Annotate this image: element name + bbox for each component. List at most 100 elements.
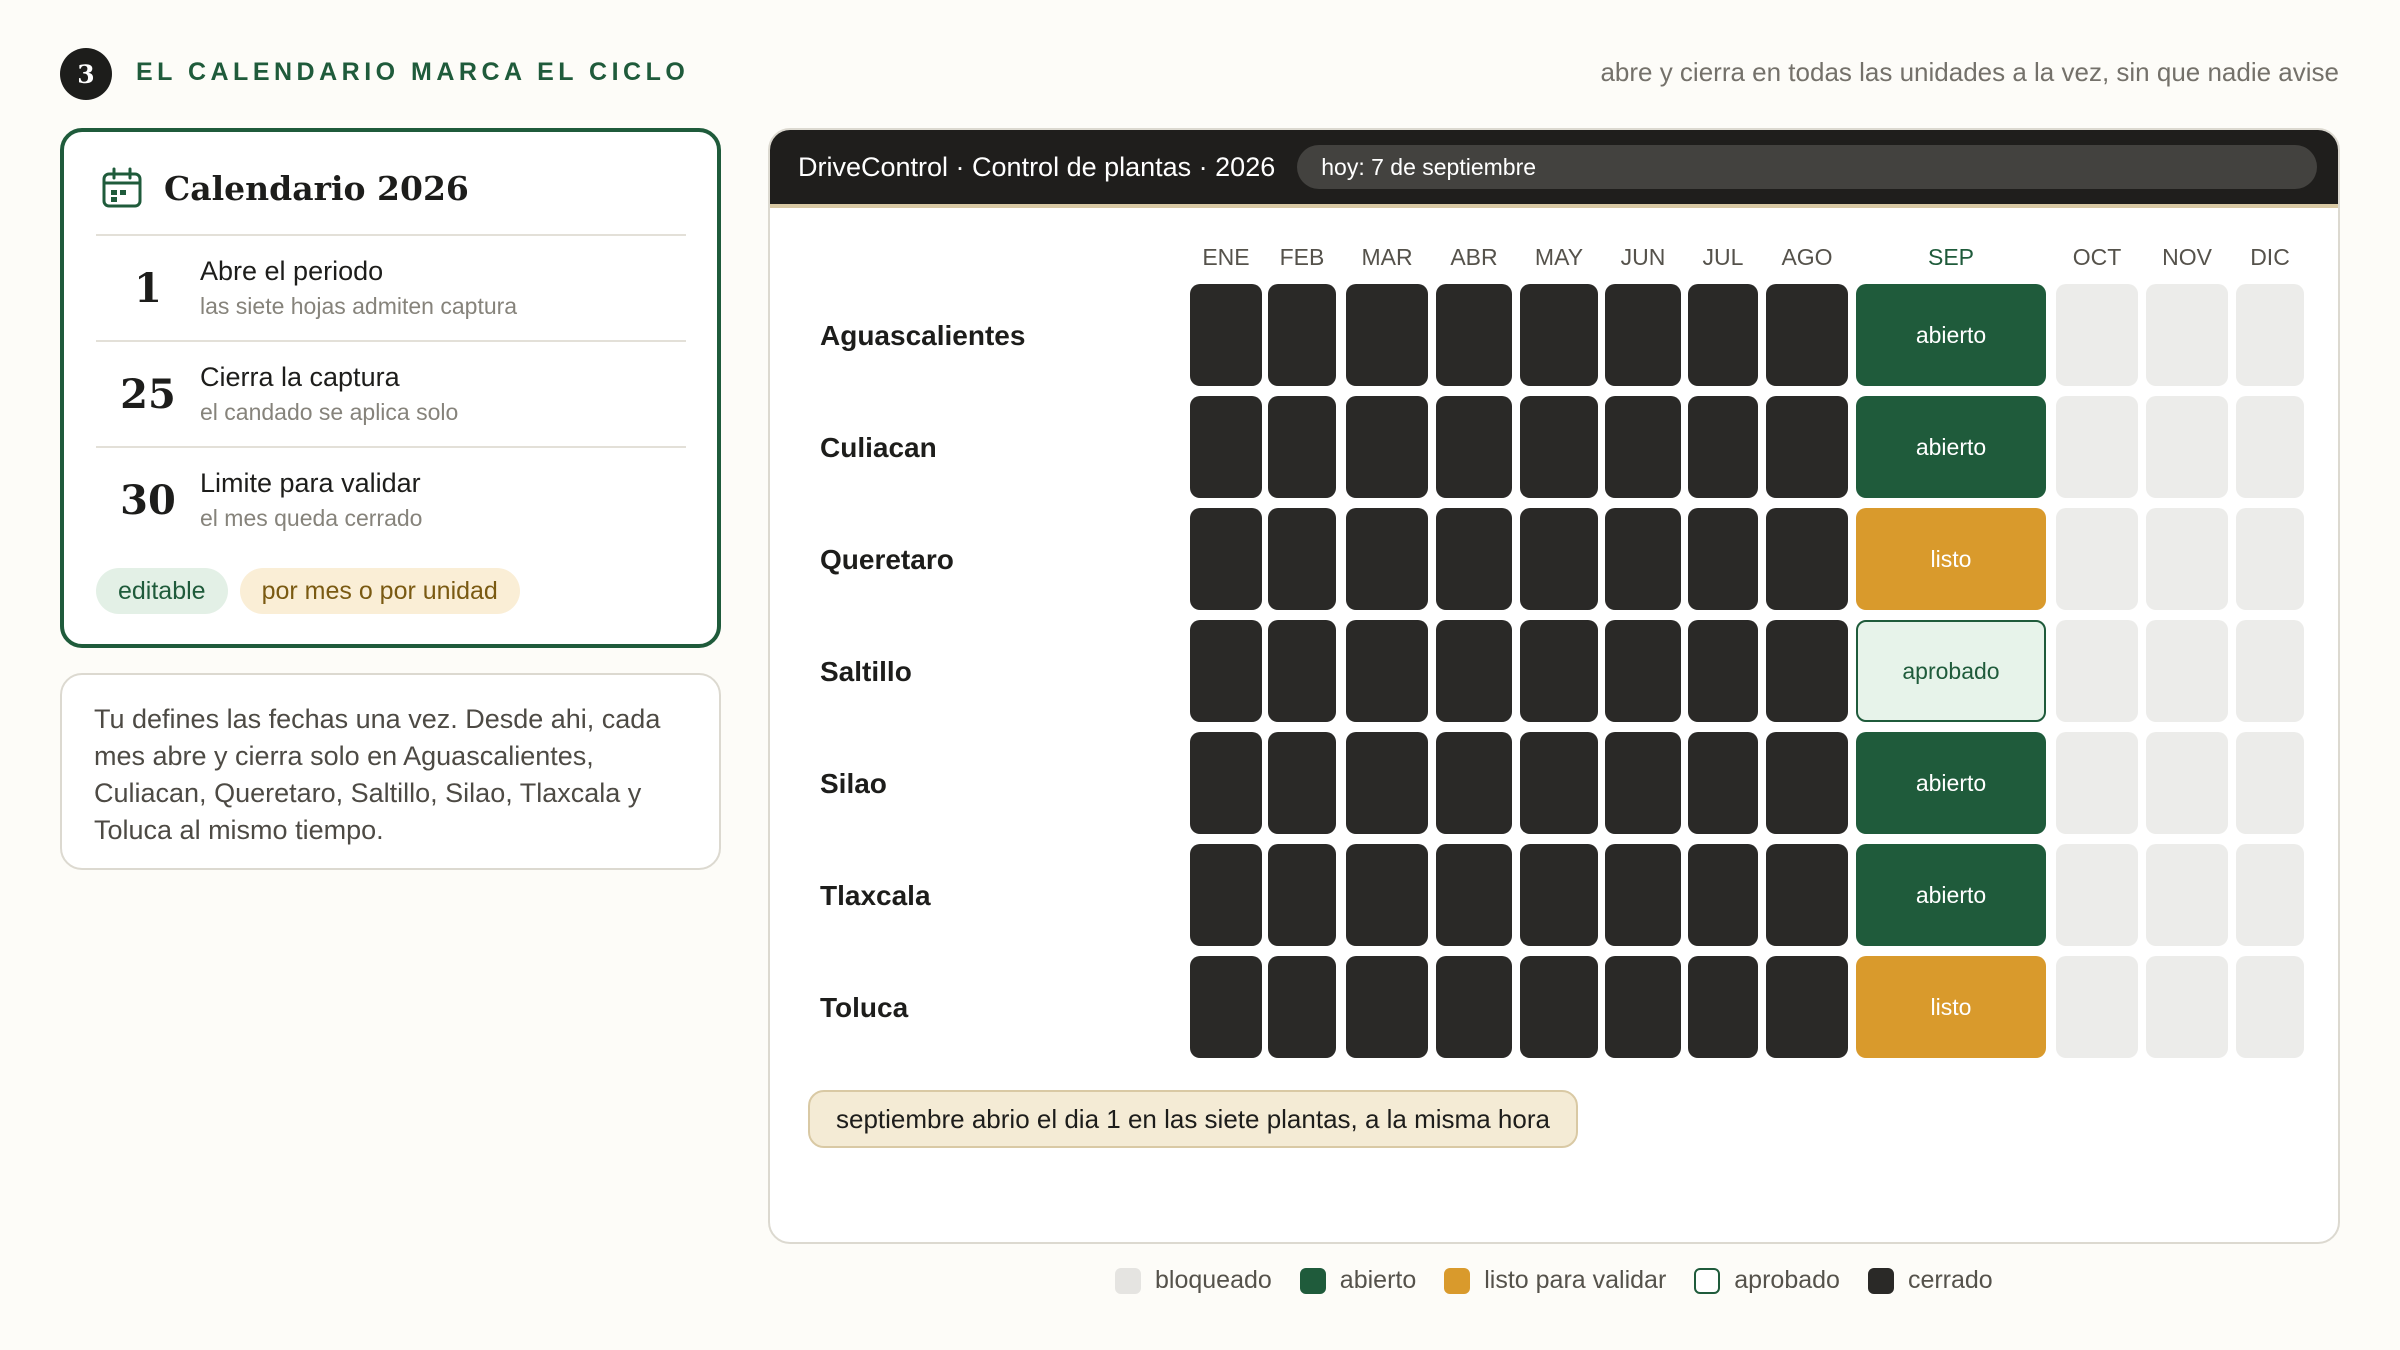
- month-cell-closed[interactable]: [1436, 396, 1512, 498]
- month-cell-closed[interactable]: [1520, 844, 1598, 946]
- month-header-nov: NOV: [2162, 244, 2212, 270]
- month-cell-closed[interactable]: [1346, 396, 1428, 498]
- calendar-card: Calendario 2026 1 Abre el periodo las si…: [60, 128, 721, 648]
- month-cell-closed[interactable]: [1688, 508, 1758, 610]
- month-cell-open[interactable]: abierto: [1856, 732, 2046, 834]
- month-cell-closed[interactable]: [1605, 284, 1681, 386]
- month-cell-closed[interactable]: [1688, 620, 1758, 722]
- calendar-chips: editable por mes o por unidad: [96, 568, 520, 614]
- month-cell-closed[interactable]: [1268, 284, 1336, 386]
- month-cell-locked: [2236, 284, 2304, 386]
- month-cell-closed[interactable]: [1766, 844, 1848, 946]
- month-cell-locked: [2236, 956, 2304, 1058]
- month-cell-closed[interactable]: [1766, 620, 1848, 722]
- explanation-note: Tu defines las fechas una vez. Desde ahi…: [60, 673, 721, 870]
- month-cell-closed[interactable]: [1766, 732, 1848, 834]
- month-cell-closed[interactable]: [1436, 844, 1512, 946]
- month-cell-closed[interactable]: [1688, 844, 1758, 946]
- month-cell-closed[interactable]: [1436, 732, 1512, 834]
- plant-label: Silao: [820, 768, 887, 799]
- schedule-item-open[interactable]: 1 Abre el periodo las siete hojas admite…: [96, 234, 686, 340]
- schedule-description: las siete hojas admiten captura: [200, 293, 518, 319]
- month-cell-closed[interactable]: [1268, 620, 1336, 722]
- month-cell-closed[interactable]: [1520, 732, 1598, 834]
- month-cell-closed[interactable]: [1268, 956, 1336, 1058]
- month-cell-closed[interactable]: [1346, 844, 1428, 946]
- month-cell-closed[interactable]: [1190, 620, 1262, 722]
- month-cell-open[interactable]: abierto: [1856, 844, 2046, 946]
- month-cell-closed[interactable]: [1688, 732, 1758, 834]
- month-cell-closed[interactable]: [1605, 620, 1681, 722]
- month-cell-locked: [2056, 956, 2138, 1058]
- month-cell-locked: [2146, 284, 2228, 386]
- month-cell-closed[interactable]: [1766, 284, 1848, 386]
- month-cell-closed[interactable]: [1688, 284, 1758, 386]
- month-cell-closed[interactable]: [1436, 620, 1512, 722]
- month-cell-closed[interactable]: [1520, 508, 1598, 610]
- month-header-jul: JUL: [1702, 244, 1744, 270]
- month-cell-closed[interactable]: [1268, 396, 1336, 498]
- month-header-oct: OCT: [2072, 244, 2122, 270]
- month-cell-closed[interactable]: [1190, 284, 1262, 386]
- month-cell-closed[interactable]: [1346, 956, 1428, 1058]
- month-cell-closed[interactable]: [1268, 844, 1336, 946]
- legend-item-locked: bloqueado: [1115, 1266, 1272, 1295]
- month-cell-closed[interactable]: [1688, 956, 1758, 1058]
- month-cell-closed[interactable]: [1766, 396, 1848, 498]
- month-cell-closed[interactable]: [1605, 732, 1681, 834]
- month-cell-closed[interactable]: [1346, 284, 1428, 386]
- month-cell-locked: [2056, 396, 2138, 498]
- month-cell-closed[interactable]: [1605, 844, 1681, 946]
- plant-label: Queretaro: [820, 544, 954, 575]
- plant-label: Tlaxcala: [820, 880, 931, 911]
- month-cell-closed[interactable]: [1346, 508, 1428, 610]
- plant-label: Toluca: [820, 992, 909, 1023]
- month-cell-closed[interactable]: [1605, 956, 1681, 1058]
- schedule-day: 25: [120, 370, 176, 418]
- scope-chip: por mes o por unidad: [239, 568, 520, 614]
- month-cell-open[interactable]: abierto: [1856, 284, 2046, 386]
- month-cell-closed[interactable]: [1766, 956, 1848, 1058]
- month-cell-closed[interactable]: [1346, 620, 1428, 722]
- plant-label: Saltillo: [820, 656, 912, 687]
- month-cell-closed[interactable]: [1190, 508, 1262, 610]
- month-cell-closed[interactable]: [1436, 508, 1512, 610]
- month-cell-open[interactable]: abierto: [1856, 396, 2046, 498]
- schedule-day: 30: [120, 476, 176, 524]
- month-cell-closed[interactable]: [1520, 396, 1598, 498]
- calendar-schedule-list: 1 Abre el periodo las siete hojas admite…: [96, 234, 686, 552]
- month-cell-closed[interactable]: [1190, 732, 1262, 834]
- legend-swatch-ready: [1444, 1267, 1471, 1294]
- month-cell-closed[interactable]: [1190, 396, 1262, 498]
- month-cell-closed[interactable]: [1346, 732, 1428, 834]
- editable-chip: editable: [96, 568, 228, 614]
- month-cell-locked: [2056, 508, 2138, 610]
- month-cell-closed[interactable]: [1268, 508, 1336, 610]
- legend-swatch-approved: [1694, 1267, 1721, 1294]
- month-cell-closed[interactable]: [1766, 508, 1848, 610]
- month-cell-locked: [2146, 396, 2228, 498]
- status-legend: bloqueado abierto listo para validar aproba…: [1115, 1266, 1993, 1295]
- month-cell-closed[interactable]: [1520, 956, 1598, 1058]
- month-cell-closed[interactable]: [1688, 396, 1758, 498]
- step-number-badge: 3: [60, 48, 112, 100]
- schedule-item-validate[interactable]: 30 Limite para validar el mes queda cerr…: [96, 446, 686, 552]
- month-cell-approved[interactable]: aprobado: [1856, 620, 2046, 722]
- month-cell-closed[interactable]: [1190, 844, 1262, 946]
- month-cell-ready[interactable]: listo: [1856, 956, 2046, 1058]
- month-cell-ready[interactable]: listo: [1856, 508, 2046, 610]
- month-cell-locked: [2056, 620, 2138, 722]
- month-cell-closed[interactable]: [1436, 284, 1512, 386]
- month-cell-closed[interactable]: [1520, 284, 1598, 386]
- month-cell-closed[interactable]: [1190, 956, 1262, 1058]
- month-cell-locked: [2236, 732, 2304, 834]
- month-cell-closed[interactable]: [1605, 396, 1681, 498]
- month-cell-closed[interactable]: [1436, 956, 1512, 1058]
- month-cell-locked: [2146, 508, 2228, 610]
- month-cell-closed[interactable]: [1268, 732, 1336, 834]
- month-cell-closed[interactable]: [1520, 620, 1598, 722]
- month-cell-locked: [2056, 284, 2138, 386]
- month-cell-closed[interactable]: [1605, 508, 1681, 610]
- schedule-item-close[interactable]: 25 Cierra la captura el candado se aplic…: [96, 340, 686, 446]
- page-subtitle: abre y cierra en todas las unidades a la…: [1600, 57, 2339, 87]
